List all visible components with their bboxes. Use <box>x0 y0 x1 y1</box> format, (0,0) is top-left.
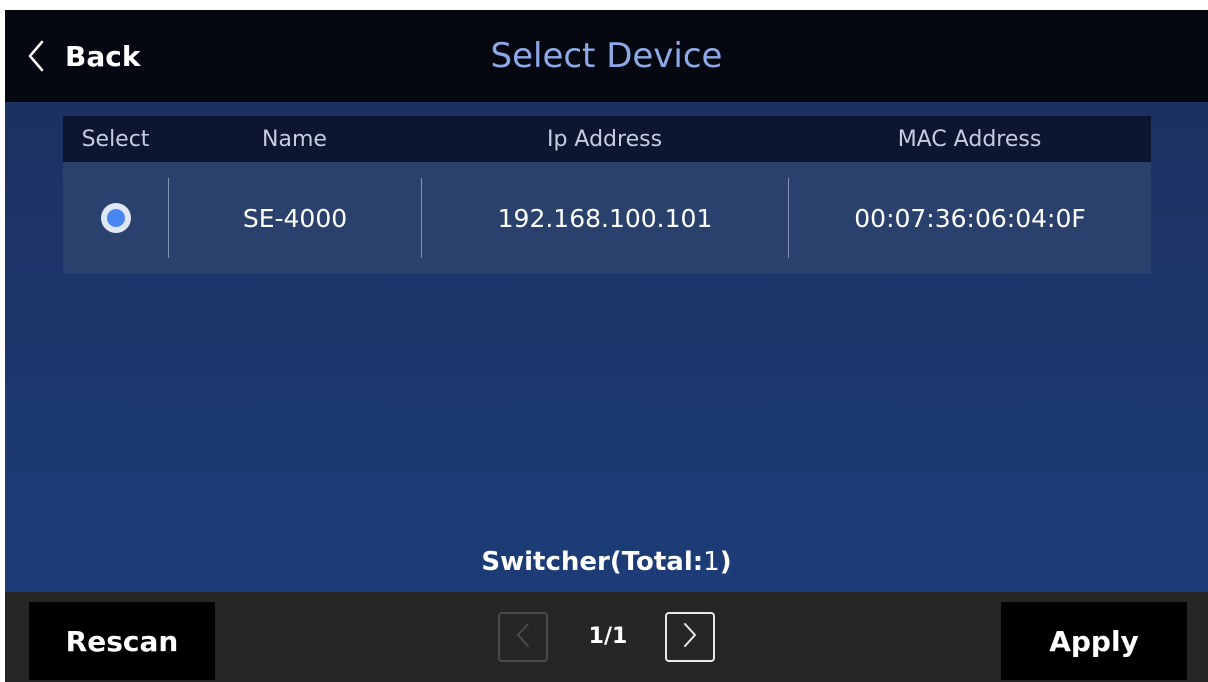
device-select-screen: Back Select Device Select Name Ip Addres… <box>5 10 1208 682</box>
radio-button[interactable] <box>100 203 131 233</box>
ip-address-cell: 192.168.100.101 <box>421 178 788 258</box>
rescan-button[interactable]: Rescan <box>29 602 215 680</box>
device-table: Select Name Ip Address MAC Address SE-40… <box>63 116 1151 274</box>
chevron-right-icon <box>683 622 697 652</box>
total-suffix: ) <box>719 547 732 577</box>
column-header-name: Name <box>262 126 327 152</box>
header-bar: Back Select Device <box>5 10 1208 102</box>
mac-address-cell: 00:07:36:06:04:0F <box>788 178 1151 258</box>
total-count: 1 <box>703 547 720 577</box>
column-header-ip: Ip Address <box>546 126 663 152</box>
chevron-left-icon <box>516 622 530 652</box>
radio-selected-dot <box>106 209 125 227</box>
device-name-cell: SE-4000 <box>168 178 421 258</box>
total-prefix: Switcher(Total: <box>481 547 704 577</box>
page-title: Select Device <box>490 36 723 76</box>
column-header-select: Select <box>81 126 150 152</box>
next-page-button[interactable] <box>665 612 715 662</box>
switcher-total-label: Switcher(Total:1) <box>5 547 1208 577</box>
table-row[interactable]: SE-4000 192.168.100.101 00:07:36:06:04:0… <box>63 162 1151 274</box>
column-header-mac: MAC Address <box>897 126 1042 152</box>
page-indicator: 1/1 <box>588 624 628 649</box>
select-cell <box>63 178 168 258</box>
prev-page-button[interactable] <box>498 612 548 662</box>
footer-bar: Rescan 1/1 Apply <box>5 592 1208 682</box>
table-header: Select Name Ip Address MAC Address <box>63 116 1151 162</box>
apply-button[interactable]: Apply <box>1001 602 1187 680</box>
